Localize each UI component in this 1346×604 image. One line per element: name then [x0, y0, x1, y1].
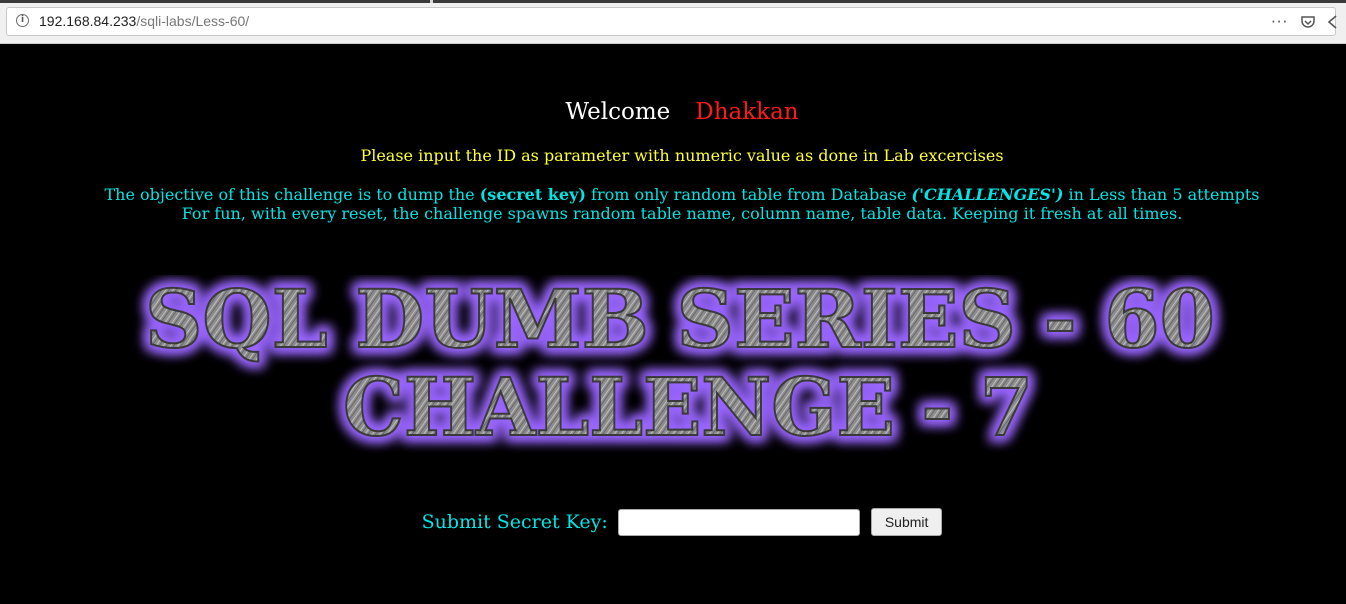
submit-key-label: Submit Secret Key: [421, 511, 608, 533]
address-bar[interactable]: i 192.168.84.233/sqli-labs/Less-60/ ··· [6, 7, 1337, 36]
instruction-text: Please input the ID as parameter with nu… [360, 146, 1004, 165]
welcome-text: Welcome [565, 99, 671, 125]
database-name: ('CHALLENGES') [911, 185, 1064, 204]
fun-line: For fun, with every reset, the challenge… [181, 204, 1183, 223]
url-text[interactable]: 192.168.84.233/sqli-labs/Less-60/ [39, 13, 249, 29]
secret-key-form: Submit Secret Key: Submit [0, 508, 1346, 536]
secret-key-input[interactable] [617, 508, 860, 536]
banner-line2: CHALLENGE - 7 [343, 360, 1033, 454]
objective-block: The objective of this challenge is to du… [0, 185, 1346, 223]
tab-strip [0, 0, 1346, 3]
chevron-icon[interactable] [1327, 14, 1337, 34]
more-actions-icon[interactable]: ··· [1271, 14, 1288, 31]
challenge-banner-image: SQL DUMB SERIES - 60 SQL DUMB SERIES - 6… [140, 275, 1220, 455]
welcome-heading: Welcome Dhakkan [0, 99, 1346, 125]
secret-key-emphasis: (secret key) [479, 185, 586, 204]
user-name: Dhakkan [695, 99, 799, 125]
info-icon[interactable]: i [16, 14, 29, 27]
browser-toolbar: i 192.168.84.233/sqli-labs/Less-60/ ··· [0, 0, 1346, 44]
banner-line1: SQL DUMB SERIES - 60 [145, 275, 1215, 366]
objective-line: The objective of this challenge is to du… [104, 185, 1260, 204]
pocket-icon[interactable] [1300, 14, 1316, 34]
submit-button[interactable]: Submit [870, 508, 943, 536]
